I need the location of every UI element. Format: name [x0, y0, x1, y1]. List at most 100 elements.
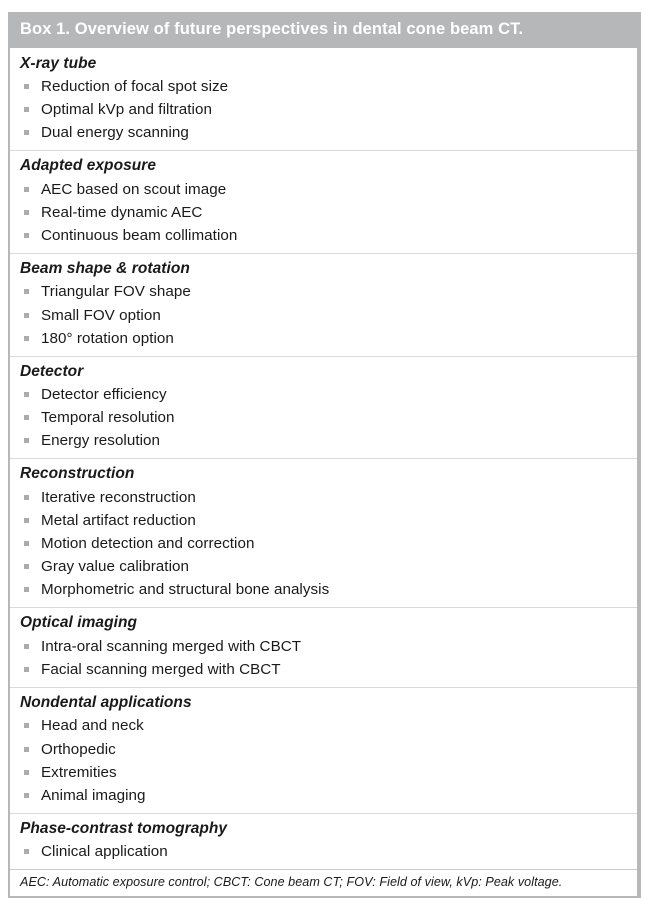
section-item-list: AEC based on scout image Real-time dynami…	[20, 178, 627, 247]
section-item-list: Head and neck Orthopedic Extremities Animal…	[20, 714, 627, 806]
list-item: Reduction of focal spot size	[20, 75, 627, 98]
square-bullet-icon	[24, 587, 29, 593]
section: Phase-contrast tomography Clinical applic…	[10, 812, 637, 870]
section: Adapted exposure AEC based on scout image…	[10, 150, 637, 253]
list-item: Orthopedic	[20, 738, 627, 761]
section: X-ray tube Reduction of focal spot size Op…	[10, 47, 637, 151]
section-title: Nondental applications	[20, 694, 192, 711]
square-bullet-icon	[24, 438, 29, 444]
list-item: AEC based on scout image	[20, 178, 627, 201]
list-item-label: Reduction of focal spot size	[41, 77, 229, 95]
list-item-label: Detector efficiency	[41, 386, 167, 404]
list-item-label: Triangular FOV shape	[41, 283, 191, 301]
section-item-list: Intra-oral scanning merged with CBCT Faci…	[20, 635, 627, 681]
square-bullet-icon	[24, 792, 29, 798]
list-item: Detector efficiency	[20, 383, 627, 406]
list-item-label: Optimal kVp and filtration	[41, 101, 212, 119]
square-bullet-icon	[24, 541, 29, 547]
section: Optical imaging Intra-oral scanning merge…	[10, 607, 637, 687]
list-item: Animal imaging	[20, 784, 627, 807]
section-title: X-ray tube	[20, 54, 97, 72]
list-item-label: Iterative reconstruction	[41, 488, 196, 506]
square-bullet-icon	[24, 494, 29, 500]
section-item-list: Clinical application	[20, 840, 627, 863]
box-title: Box 1. Overview of future perspectives i…	[10, 12, 637, 48]
list-item-label: Gray value calibration	[41, 558, 189, 576]
list-item-label: Morphometric and structural bone analysi…	[41, 581, 330, 599]
square-bullet-icon	[24, 769, 29, 775]
square-bullet-icon	[24, 849, 29, 855]
list-item: 180° rotation option	[20, 327, 627, 350]
section: Detector Detector efficiency Temporal reso…	[10, 355, 637, 459]
square-bullet-icon	[24, 666, 29, 672]
list-item: Morphometric and structural bone analysi…	[20, 578, 627, 601]
list-item-label: Metal artifact reduction	[41, 511, 196, 529]
square-bullet-icon	[24, 130, 29, 136]
list-item: Energy resolution	[20, 429, 627, 452]
list-item: Triangular FOV shape	[20, 280, 627, 303]
list-item-label: Energy resolution	[41, 432, 161, 450]
square-bullet-icon	[24, 415, 29, 421]
list-item-label: Small FOV option	[41, 306, 161, 324]
square-bullet-icon	[24, 723, 29, 729]
list-item: Iterative reconstruction	[20, 486, 627, 509]
square-bullet-icon	[24, 83, 29, 89]
box-body: X-ray tube Reduction of focal spot size Op…	[10, 47, 637, 870]
section-title: Detector	[20, 362, 84, 380]
list-item-label: Intra-oral scanning merged with CBCT	[41, 637, 302, 655]
square-bullet-icon	[24, 107, 29, 113]
section-item-list: Reduction of focal spot size Optimal kVp …	[20, 75, 627, 144]
square-bullet-icon	[24, 232, 29, 238]
square-bullet-icon	[24, 517, 29, 523]
section-title: Phase-contrast tomography	[20, 819, 228, 837]
list-item: Continuous beam collimation	[20, 224, 627, 247]
list-item-label: Head and neck	[41, 717, 144, 735]
square-bullet-icon	[24, 186, 29, 192]
section: Beam shape & rotation Triangular FOV shap…	[10, 252, 637, 356]
list-item-label: Motion detection and correction	[41, 535, 255, 553]
list-item-label: Dual energy scanning	[41, 124, 189, 142]
list-item: Real-time dynamic AEC	[20, 201, 627, 224]
list-item: Head and neck	[20, 714, 627, 737]
square-bullet-icon	[24, 643, 29, 649]
list-item-label: Facial scanning merged with CBCT	[41, 660, 281, 678]
section-item-list: Triangular FOV shape Small FOV option 180°…	[20, 280, 627, 349]
list-item: Facial scanning merged with CBCT	[20, 658, 627, 681]
section-title: Beam shape & rotation	[20, 259, 190, 277]
list-item-label: Real-time dynamic AEC	[41, 203, 203, 221]
section-title: Reconstruction	[20, 465, 135, 483]
list-item-label: Animal imaging	[41, 786, 146, 804]
square-bullet-icon	[24, 392, 29, 398]
list-item-label: AEC based on scout image	[41, 180, 227, 198]
section-item-list: Iterative reconstruction Metal artifact r…	[20, 486, 627, 601]
list-item: Extremities	[20, 761, 627, 784]
square-bullet-icon	[24, 209, 29, 215]
list-item: Dual energy scanning	[20, 121, 627, 144]
section-title: Adapted exposure	[20, 157, 157, 175]
list-item-label: 180° rotation option	[41, 329, 174, 347]
list-item-label: Continuous beam collimation	[41, 226, 238, 244]
square-bullet-icon	[24, 335, 29, 341]
section-item-list: Detector efficiency Temporal resolution En…	[20, 383, 627, 452]
list-item: Clinical application	[20, 840, 627, 863]
list-item-label: Temporal resolution	[41, 409, 175, 427]
section: Reconstruction Iterative reconstruction Me…	[10, 458, 637, 607]
list-item: Gray value calibration	[20, 555, 627, 578]
list-item: Small FOV option	[20, 304, 627, 327]
list-item-label: Clinical application	[41, 843, 168, 861]
list-item-label: Orthopedic	[41, 740, 116, 758]
box-container: Box 1. Overview of future perspectives i…	[8, 12, 641, 898]
box-footnote: AEC: Automatic exposure control; CBCT: C…	[10, 869, 637, 895]
list-item: Motion detection and correction	[20, 532, 627, 555]
list-item: Optimal kVp and filtration	[20, 98, 627, 121]
square-bullet-icon	[24, 564, 29, 570]
list-item: Metal artifact reduction	[20, 509, 627, 532]
section-title: Optical imaging	[20, 614, 138, 632]
list-item-label: Extremities	[41, 763, 117, 781]
list-item: Intra-oral scanning merged with CBCT	[20, 635, 627, 658]
list-item: Temporal resolution	[20, 406, 627, 429]
square-bullet-icon	[24, 289, 29, 295]
square-bullet-icon	[24, 312, 29, 318]
square-bullet-icon	[24, 746, 29, 752]
section: Nondental applications Head and neck Ortho…	[10, 687, 637, 813]
